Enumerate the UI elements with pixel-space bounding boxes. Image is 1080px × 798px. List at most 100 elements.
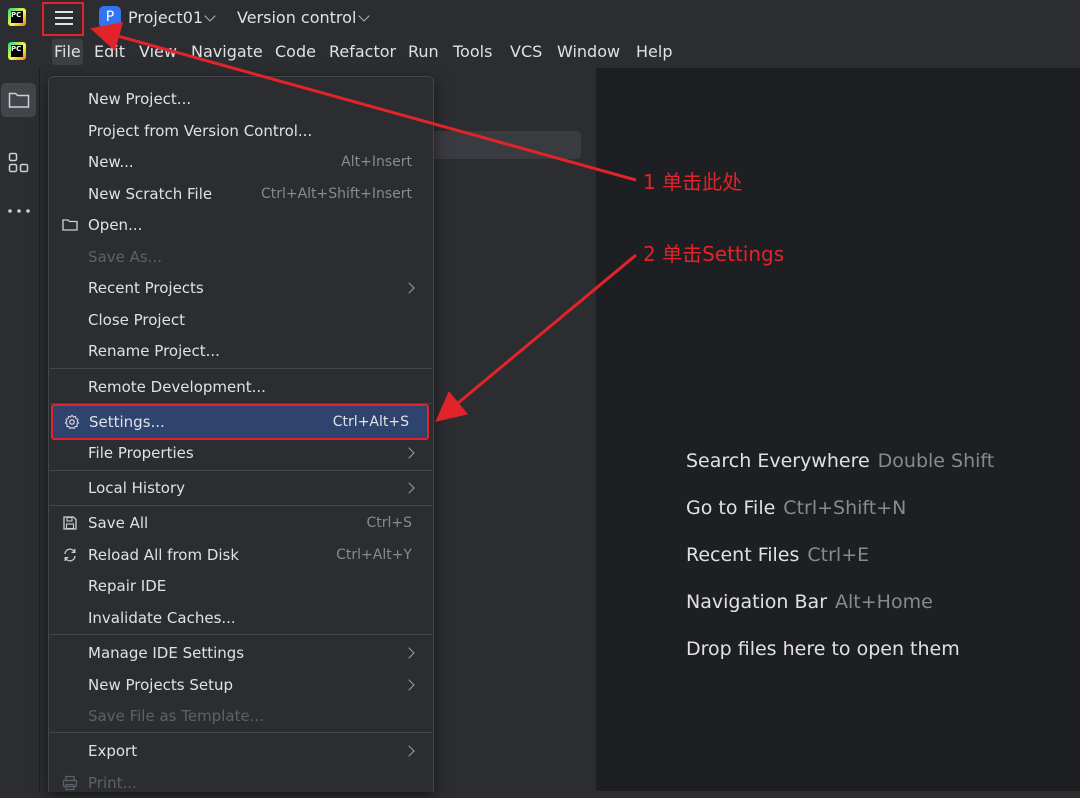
- menu-vcs[interactable]: VCS: [510, 42, 542, 61]
- menu-item-project-from-vcs[interactable]: Project from Version Control...: [49, 116, 433, 146]
- chevron-right-icon: [403, 679, 415, 691]
- menu-item-shortcut: Alt+Insert: [341, 154, 412, 170]
- chevron-right-icon: [403, 282, 415, 294]
- menu-item-close-project[interactable]: Close Project: [49, 305, 433, 335]
- menu-item-label: Print...: [88, 774, 137, 792]
- project-selector[interactable]: Project01: [128, 8, 203, 27]
- chevron-down-icon[interactable]: [358, 10, 370, 22]
- file-menu-dropdown: New Project... Project from Version Cont…: [48, 76, 434, 792]
- menu-item-label: Save All: [88, 514, 149, 532]
- menu-item-recent-projects[interactable]: Recent Projects: [49, 273, 433, 303]
- menu-item-label: New...: [88, 153, 134, 171]
- folder-icon: [8, 92, 30, 108]
- more-tools-icon[interactable]: [7, 208, 31, 214]
- menu-item-shortcut: Ctrl+Alt+Shift+Insert: [260, 186, 412, 202]
- save-icon: [63, 516, 77, 530]
- menu-item-label: New Project...: [88, 90, 192, 108]
- menu-item-label: Export: [88, 742, 138, 760]
- menu-bar: PC File Edit View Navigate Code Refactor…: [0, 36, 1080, 69]
- menu-help[interactable]: Help: [636, 42, 672, 61]
- annotation-step2: 2 单击Settings: [643, 242, 785, 266]
- menu-item-label: Rename Project...: [88, 342, 220, 360]
- menu-item-manage-ide-settings[interactable]: Manage IDE Settings: [49, 638, 433, 668]
- menu-item-label: Open...: [88, 216, 143, 234]
- menu-item-open[interactable]: Open...: [49, 210, 433, 240]
- chevron-right-icon: [403, 447, 415, 459]
- hint-shortcut: Alt+Home: [835, 591, 933, 613]
- menu-item-label: Save As...: [88, 248, 162, 266]
- hamburger-icon: [55, 11, 73, 13]
- menu-item-remote-development[interactable]: Remote Development...: [49, 372, 433, 402]
- structure-icon[interactable]: [8, 152, 30, 174]
- menu-item-save-file-as-template: Save File as Template...: [49, 701, 433, 731]
- pycharm-logo-icon: PC: [8, 42, 26, 60]
- tool-window-strip: [0, 68, 40, 791]
- menu-file[interactable]: File: [52, 39, 83, 65]
- chevron-right-icon: [403, 482, 415, 494]
- menu-window[interactable]: Window: [557, 42, 620, 61]
- menu-refactor[interactable]: Refactor: [329, 42, 396, 61]
- menu-item-save-all[interactable]: Save All Ctrl+S: [49, 508, 433, 538]
- menu-item-settings[interactable]: Settings... Ctrl+Alt+S: [51, 404, 429, 440]
- hint-action: Search Everywhere: [686, 450, 870, 472]
- menu-item-label: Project from Version Control...: [88, 122, 313, 140]
- menu-item-save-as: Save As...: [49, 242, 433, 272]
- chevron-down-icon[interactable]: [204, 10, 216, 22]
- hint-shortcut: Double Shift: [877, 450, 995, 472]
- menu-run[interactable]: Run: [408, 42, 439, 61]
- project-badge[interactable]: P: [99, 6, 121, 28]
- menu-view[interactable]: View: [139, 42, 177, 61]
- menu-item-reload-all[interactable]: Reload All from Disk Ctrl+Alt+Y: [49, 540, 433, 570]
- project-tool-button[interactable]: [1, 83, 36, 117]
- hamburger-icon-bar: [55, 17, 73, 19]
- menu-item-local-history[interactable]: Local History: [49, 473, 433, 503]
- menu-code[interactable]: Code: [275, 42, 316, 61]
- menu-item-label: Invalidate Caches...: [88, 609, 236, 627]
- menu-item-label: Save File as Template...: [88, 707, 264, 725]
- menu-item-label: Recent Projects: [88, 279, 204, 297]
- menu-item-new-projects-setup[interactable]: New Projects Setup: [49, 670, 433, 700]
- menu-separator: [50, 634, 432, 635]
- menu-navigate[interactable]: Navigate: [191, 42, 263, 61]
- menu-item-file-properties[interactable]: File Properties: [49, 438, 433, 468]
- project-tree-selection[interactable]: [432, 131, 581, 159]
- menu-item-label: New Projects Setup: [88, 676, 234, 694]
- menu-item-new-project[interactable]: New Project...: [49, 84, 433, 114]
- hint-action: Recent Files: [686, 544, 800, 566]
- reload-icon: [64, 548, 76, 562]
- folder-icon: [62, 219, 78, 231]
- menu-item-shortcut: Ctrl+Alt+Y: [336, 547, 412, 563]
- main-menu-button[interactable]: [42, 2, 84, 36]
- menu-item-invalidate-caches[interactable]: Invalidate Caches...: [49, 603, 433, 633]
- menu-separator: [50, 470, 432, 471]
- hint-go-to-file: Go to File Ctrl+Shift+N: [686, 497, 906, 519]
- menu-item-new-scratch-file[interactable]: New Scratch File Ctrl+Alt+Shift+Insert: [49, 179, 433, 209]
- menu-item-label: Close Project: [88, 311, 185, 329]
- menu-item-print: Print...: [49, 768, 433, 798]
- hint-search-everywhere: Search Everywhere Double Shift: [686, 450, 994, 472]
- menu-item-label: Local History: [88, 479, 186, 497]
- menu-item-rename-project[interactable]: Rename Project...: [49, 336, 433, 366]
- menu-item-label: Repair IDE: [88, 577, 167, 595]
- menu-separator: [50, 505, 432, 506]
- title-bar: PC P Project01 Version control: [0, 0, 1080, 36]
- annotation-step1: 1 单击此处: [643, 170, 743, 194]
- menu-item-label: File Properties: [88, 444, 194, 462]
- hint-action: Drop files here to open them: [686, 638, 960, 660]
- hint-action: Navigation Bar: [686, 591, 828, 613]
- menu-item-repair-ide[interactable]: Repair IDE: [49, 571, 433, 601]
- gear-icon: [64, 414, 80, 430]
- hamburger-icon-bar: [55, 23, 73, 25]
- menu-item-new[interactable]: New... Alt+Insert: [49, 147, 433, 177]
- hint-drop-files: Drop files here to open them: [686, 638, 960, 660]
- menu-item-export[interactable]: Export: [49, 736, 433, 766]
- menu-edit[interactable]: Edit: [94, 42, 125, 61]
- pycharm-logo-icon: PC: [8, 8, 26, 26]
- menu-tools[interactable]: Tools: [453, 42, 492, 61]
- menu-separator: [50, 368, 432, 369]
- menu-item-label: Manage IDE Settings: [88, 644, 245, 662]
- hint-shortcut: Ctrl+E: [807, 544, 870, 566]
- version-control-selector[interactable]: Version control: [237, 8, 356, 27]
- print-icon: [62, 775, 78, 791]
- hint-action: Go to File: [686, 497, 776, 519]
